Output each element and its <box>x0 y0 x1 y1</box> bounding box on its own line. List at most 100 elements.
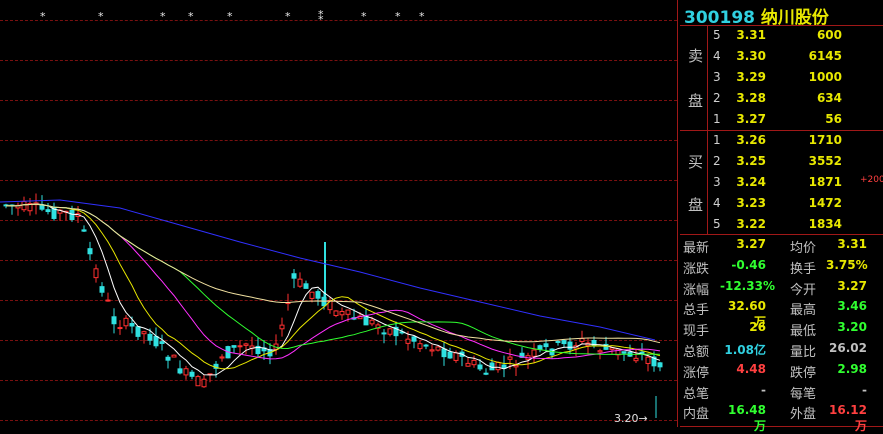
candle-body[interactable] <box>633 357 639 362</box>
candle-body[interactable] <box>177 368 183 374</box>
candle-body[interactable] <box>471 359 477 366</box>
candle-body[interactable] <box>129 323 135 327</box>
candle-body[interactable] <box>345 309 351 315</box>
candle-body[interactable] <box>453 352 459 361</box>
candle-body[interactable] <box>423 344 429 347</box>
sell-label-bottom: 盘 <box>688 92 704 110</box>
candle-body[interactable] <box>435 346 441 351</box>
order-level: 4 <box>713 196 721 210</box>
candle-body[interactable] <box>543 343 549 348</box>
candle-body[interactable] <box>183 368 189 376</box>
candle-body[interactable] <box>381 332 387 335</box>
candle-body[interactable] <box>597 350 603 353</box>
candle-body[interactable] <box>243 343 249 346</box>
candle-body[interactable] <box>99 286 105 293</box>
candle-body[interactable] <box>591 339 597 347</box>
candle-body[interactable] <box>333 310 339 317</box>
stat-value: 16.48万 <box>728 403 766 434</box>
stat-label: 跌停 <box>790 365 817 381</box>
order-price: 3.27 <box>736 112 766 126</box>
event-marker[interactable]: * <box>98 11 104 22</box>
candle-body[interactable] <box>657 362 663 368</box>
event-marker[interactable]: * <box>40 11 46 22</box>
moving-average-line <box>6 203 661 360</box>
candlestick-chart[interactable]: * * * * * * ⁑ * * * 3.20→ <box>0 0 677 427</box>
stat-value: -12.33% <box>720 278 775 293</box>
candle-body[interactable] <box>123 317 129 327</box>
candle-body[interactable] <box>231 345 237 348</box>
candle-body[interactable] <box>303 283 309 289</box>
candle-body[interactable] <box>567 341 573 350</box>
candle-body[interactable] <box>117 327 123 330</box>
candle-body[interactable] <box>297 278 303 287</box>
candle-body[interactable] <box>111 316 117 325</box>
stat-value: 26 <box>749 320 766 335</box>
event-marker[interactable]: * <box>285 11 291 22</box>
candle-body[interactable] <box>561 340 567 345</box>
candle-body[interactable] <box>477 364 483 370</box>
candle-body[interactable] <box>291 273 297 279</box>
candle-body[interactable] <box>93 268 99 279</box>
candle-body[interactable] <box>639 351 645 354</box>
candle-body[interactable] <box>81 229 87 232</box>
event-marker[interactable]: * <box>227 11 233 22</box>
order-level: 5 <box>713 28 721 42</box>
candle-body[interactable] <box>645 356 651 364</box>
candle-body[interactable] <box>45 209 51 213</box>
chart-canvas[interactable] <box>0 0 677 427</box>
candle-body[interactable] <box>621 351 627 354</box>
order-level: 5 <box>713 217 721 231</box>
stat-value: -0.46 <box>731 257 766 272</box>
candle-body[interactable] <box>87 248 93 255</box>
candle-body[interactable] <box>165 356 171 361</box>
moving-average-line <box>6 203 661 344</box>
candle-body[interactable] <box>441 348 447 358</box>
candle-body[interactable] <box>147 333 153 341</box>
event-marker[interactable]: * <box>361 11 367 22</box>
candle-body[interactable] <box>447 351 453 359</box>
candle-body[interactable] <box>135 326 141 337</box>
candle-body[interactable] <box>429 349 435 352</box>
event-marker[interactable]: ⁑ <box>318 11 324 22</box>
event-marker[interactable]: * <box>395 11 401 22</box>
candle-body[interactable] <box>507 356 513 360</box>
candle-body[interactable] <box>405 338 411 344</box>
candle-body[interactable] <box>309 291 315 299</box>
candle-body[interactable] <box>513 365 519 368</box>
candle-body[interactable] <box>495 361 501 371</box>
candle-body[interactable] <box>417 343 423 350</box>
stat-label: 最低 <box>790 324 817 340</box>
candle-body[interactable] <box>159 341 165 344</box>
candle-body[interactable] <box>189 371 195 377</box>
stat-label: 今开 <box>790 282 817 298</box>
candle-body[interactable] <box>483 372 489 375</box>
candle-body[interactable] <box>195 376 201 387</box>
candle-body[interactable] <box>339 311 345 316</box>
candle-body[interactable] <box>411 336 417 342</box>
candle-body[interactable] <box>555 340 561 343</box>
candle-body[interactable] <box>153 335 159 347</box>
candle-body[interactable] <box>219 356 225 359</box>
candle-body[interactable] <box>387 328 393 335</box>
candle-body[interactable] <box>171 354 177 358</box>
candle-body[interactable] <box>201 378 207 388</box>
event-marker[interactable]: * <box>419 11 425 22</box>
candle-body[interactable] <box>279 324 285 330</box>
candle-body[interactable] <box>465 362 471 367</box>
candle-body[interactable] <box>537 345 543 350</box>
candle-body[interactable] <box>363 315 369 326</box>
candle-body[interactable] <box>141 331 147 335</box>
candle-body[interactable] <box>69 210 75 221</box>
candle-body[interactable] <box>579 338 585 343</box>
order-volume: 1000 <box>808 70 842 84</box>
stat-label: 最高 <box>790 303 817 319</box>
event-marker[interactable]: * <box>160 11 166 22</box>
candle-body[interactable] <box>105 299 111 302</box>
candle-body[interactable] <box>531 349 537 357</box>
candle-body[interactable] <box>369 319 375 325</box>
candle-body[interactable] <box>315 291 321 299</box>
candle-body[interactable] <box>21 201 27 211</box>
stat-value: 16.12万 <box>829 403 867 434</box>
event-marker[interactable]: * <box>188 11 194 22</box>
candle-body[interactable] <box>237 345 243 348</box>
